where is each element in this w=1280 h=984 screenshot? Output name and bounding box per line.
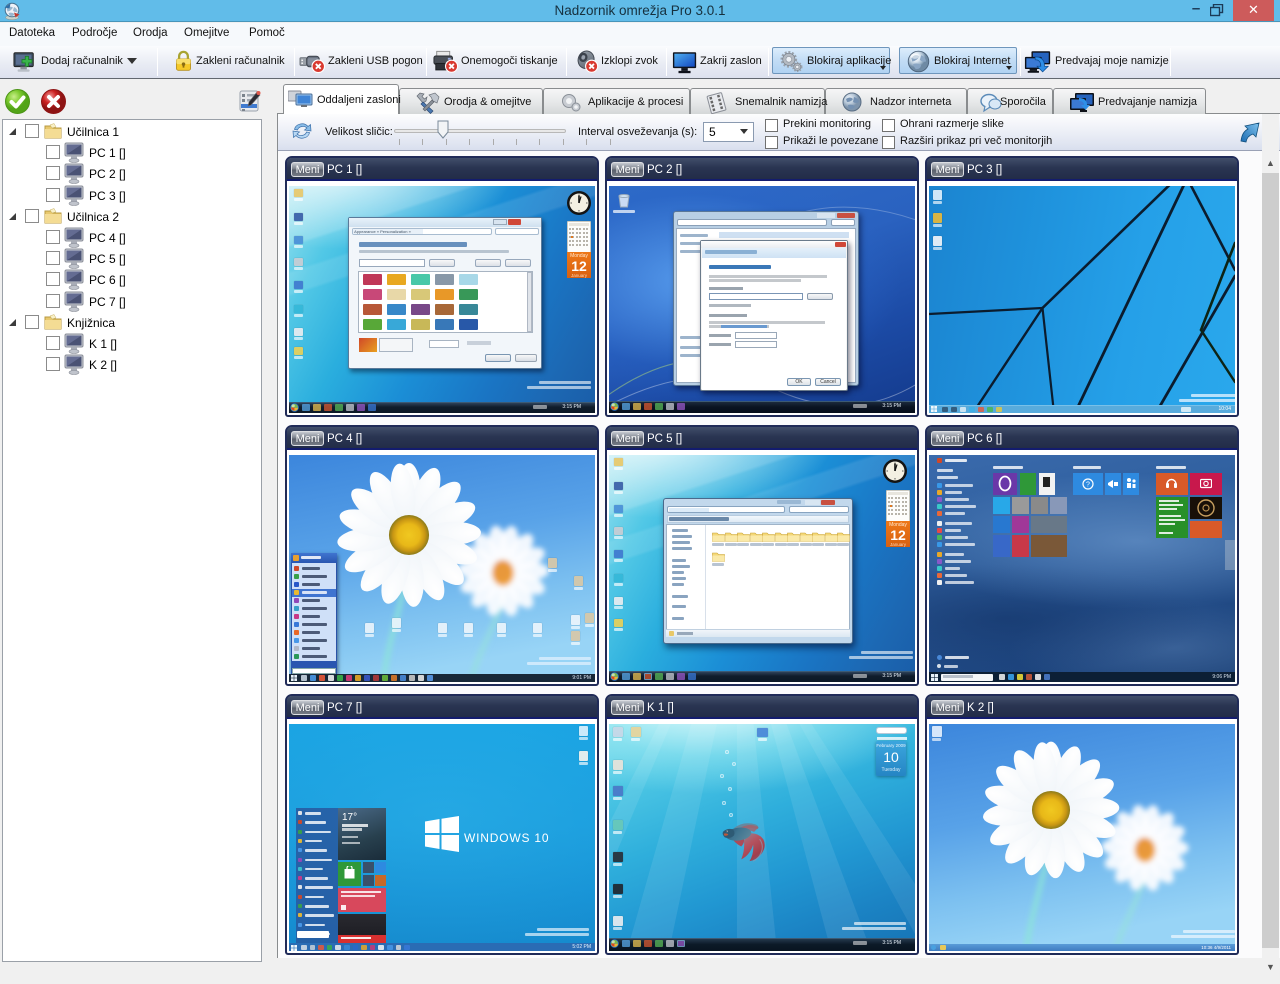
svg-text:?: ? [1086,482,1090,489]
